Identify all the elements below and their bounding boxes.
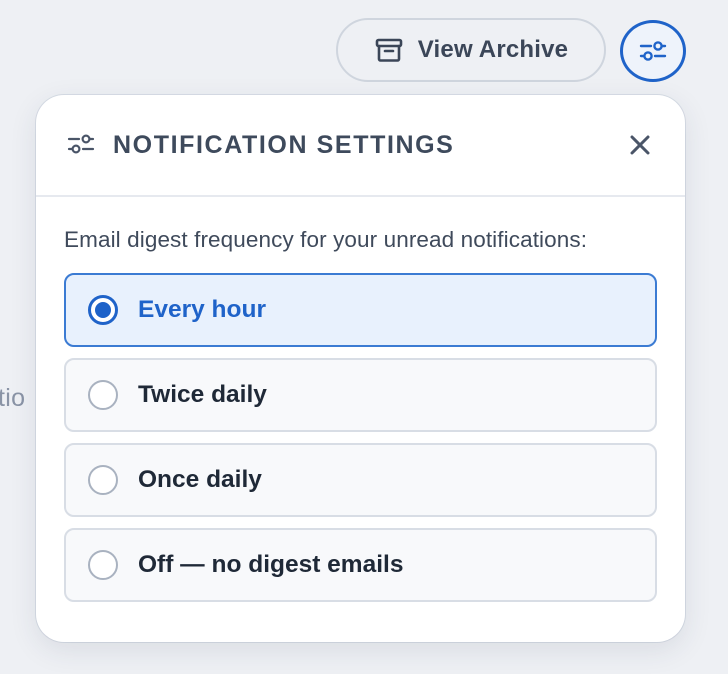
digest-frequency-prompt: Email digest frequency for your unread n… <box>64 227 588 252</box>
option-once-daily[interactable]: Once daily <box>64 443 657 517</box>
option-off[interactable]: Off — no digest emails <box>64 528 657 602</box>
view-archive-button[interactable]: View Archive <box>336 18 606 82</box>
option-twice-daily[interactable]: Twice daily <box>64 358 657 432</box>
sliders-icon <box>638 40 668 62</box>
sliders-icon <box>66 133 96 157</box>
background-text-fragment: tio <box>0 384 26 412</box>
option-label: Off — no digest emails <box>138 551 404 578</box>
popover-body: Email digest frequency for your unread n… <box>36 197 685 602</box>
popover-header: NOTIFICATION SETTINGS <box>36 95 685 197</box>
view-archive-label: View Archive <box>417 36 569 63</box>
notification-settings-toggle-button[interactable] <box>620 20 686 82</box>
radio-button[interactable] <box>88 380 118 410</box>
radio-selected-dot <box>95 302 111 318</box>
option-label: Every hour <box>138 296 266 323</box>
option-label: Once daily <box>138 466 262 493</box>
radio-button[interactable] <box>88 550 118 580</box>
close-icon <box>629 134 651 156</box>
app-stage: tio View Archive NOTIFICATION SETTINGS E… <box>0 0 728 674</box>
option-label: Twice daily <box>138 381 267 408</box>
archive-box-icon <box>374 37 404 63</box>
close-button[interactable] <box>623 128 657 162</box>
radio-button[interactable] <box>88 465 118 495</box>
option-every-hour[interactable]: Every hour <box>64 273 657 347</box>
popover-title: NOTIFICATION SETTINGS <box>113 130 455 159</box>
notification-settings-popover: NOTIFICATION SETTINGS Email digest frequ… <box>36 95 685 642</box>
radio-button[interactable] <box>88 295 118 325</box>
